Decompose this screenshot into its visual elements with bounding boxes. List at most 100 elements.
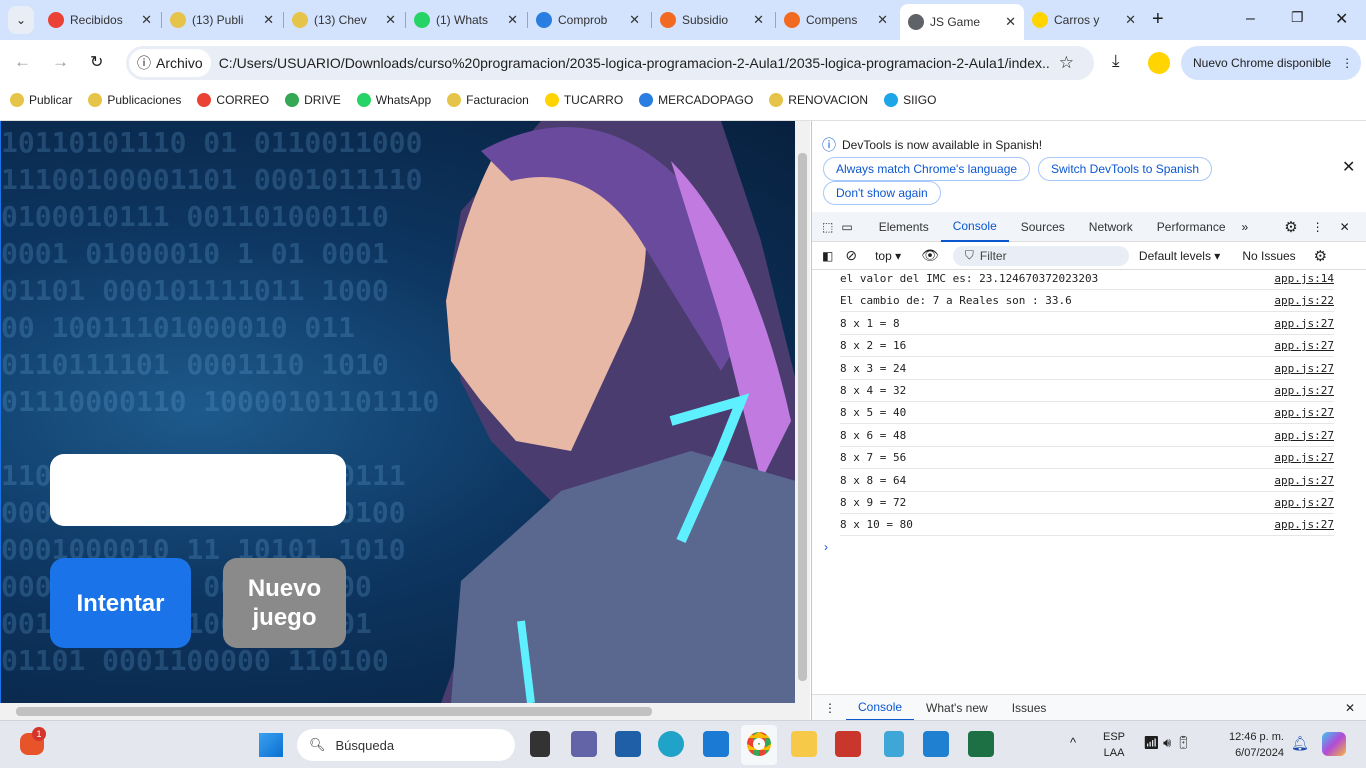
device-toolbar-icon[interactable]: ▭ bbox=[841, 220, 852, 234]
download-icon[interactable]: ⤓ bbox=[1112, 51, 1120, 71]
bookmark[interactable]: TUCARRO bbox=[544, 93, 623, 107]
tab[interactable]: (13) Chev ✕ bbox=[284, 6, 404, 34]
source-link[interactable]: app.js:14 bbox=[1274, 272, 1334, 285]
bookmark[interactable]: CORREO bbox=[197, 93, 269, 107]
chrome-taskbar-button[interactable] bbox=[741, 725, 777, 765]
drawer-tab[interactable]: Issues bbox=[1000, 695, 1059, 721]
tab[interactable]: Recibidos ✕ bbox=[40, 6, 160, 34]
source-link[interactable]: app.js:27 bbox=[1274, 317, 1334, 330]
close-tab-icon[interactable]: ✕ bbox=[1005, 14, 1016, 30]
try-button[interactable]: Intentar bbox=[50, 558, 191, 648]
wifi-volume-battery-icons[interactable]: 📶︎ 🔊︎ 🔋︎ bbox=[1143, 735, 1191, 751]
tab[interactable]: (13) Publi ✕ bbox=[162, 6, 282, 34]
log-levels-select[interactable]: Default levels ▾ bbox=[1139, 249, 1220, 263]
source-link[interactable]: app.js:27 bbox=[1274, 474, 1334, 487]
bookmark[interactable]: MERCADOPAGO bbox=[639, 93, 753, 107]
live-expression-icon[interactable]: 👁 bbox=[921, 247, 939, 264]
close-tab-icon[interactable]: ✕ bbox=[507, 12, 518, 28]
tab-search-button[interactable]: ⌄ bbox=[8, 6, 34, 34]
reload-button[interactable]: ↻ bbox=[90, 52, 103, 72]
bookmark[interactable]: SIIGO bbox=[884, 93, 936, 107]
clear-console-icon[interactable]: ⊘ bbox=[845, 247, 857, 264]
issues-button[interactable]: No Issues bbox=[1242, 249, 1295, 263]
drawer-tab[interactable]: Console bbox=[846, 695, 915, 721]
guess-input[interactable] bbox=[50, 454, 346, 526]
source-link[interactable]: app.js:27 bbox=[1274, 406, 1334, 419]
notepad-icon[interactable] bbox=[884, 731, 904, 757]
file-explorer-icon[interactable] bbox=[791, 731, 817, 757]
restore-button[interactable]: ❐ bbox=[1291, 9, 1304, 26]
bookmark[interactable]: WhatsApp bbox=[356, 93, 431, 107]
console-prompt[interactable]: › bbox=[824, 540, 828, 554]
close-tab-icon[interactable]: ✕ bbox=[629, 12, 640, 28]
new-tab-button[interactable]: + bbox=[1152, 8, 1164, 31]
close-drawer-icon[interactable]: ✕ bbox=[1345, 701, 1355, 715]
store-icon[interactable] bbox=[615, 731, 641, 757]
teams-icon[interactable] bbox=[571, 731, 597, 757]
close-tab-icon[interactable]: ✕ bbox=[753, 12, 764, 28]
match-language-button[interactable]: Always match Chrome's language bbox=[823, 157, 1031, 181]
close-banner-button[interactable]: ✕ bbox=[1342, 157, 1355, 177]
close-tab-icon[interactable]: ✕ bbox=[141, 12, 152, 28]
search-box[interactable]: 🔍︎ Búsqueda bbox=[297, 729, 515, 761]
profile-avatar[interactable] bbox=[1148, 52, 1170, 74]
source-link[interactable]: app.js:22 bbox=[1274, 294, 1334, 307]
source-link[interactable]: app.js:27 bbox=[1274, 384, 1334, 397]
context-select[interactable]: top ▾ bbox=[875, 249, 901, 263]
source-link[interactable]: app.js:27 bbox=[1274, 518, 1334, 531]
tab[interactable]: Comprob ✕ bbox=[528, 6, 648, 34]
bookmark[interactable]: DRIVE bbox=[285, 93, 341, 107]
source-link[interactable]: app.js:27 bbox=[1274, 451, 1334, 464]
settings-icon[interactable]: ⚙ bbox=[1284, 218, 1297, 236]
switch-spanish-button[interactable]: Switch DevTools to Spanish bbox=[1038, 157, 1213, 181]
source-link[interactable]: app.js:27 bbox=[1274, 496, 1334, 509]
edge-icon[interactable] bbox=[658, 731, 684, 757]
source-link[interactable]: app.js:27 bbox=[1274, 339, 1334, 352]
devtools-tab-sources[interactable]: Sources bbox=[1009, 212, 1077, 242]
close-tab-icon[interactable]: ✕ bbox=[1125, 12, 1136, 28]
address-bar[interactable]: ⓘ Archivo C:/Users/USUARIO/Downloads/curs… bbox=[126, 46, 1094, 80]
task-view-icon[interactable] bbox=[530, 731, 550, 757]
source-link[interactable]: app.js:27 bbox=[1274, 362, 1334, 375]
tab[interactable]: Compens ✕ bbox=[776, 6, 896, 34]
close-tab-icon[interactable]: ✕ bbox=[385, 12, 396, 28]
close-tab-icon[interactable]: ✕ bbox=[877, 12, 888, 28]
excel-icon[interactable] bbox=[968, 731, 994, 757]
horizontal-scrollbar[interactable] bbox=[0, 703, 810, 720]
devtools-tab-elements[interactable]: Elements bbox=[867, 212, 941, 242]
more-options-icon[interactable]: ⋮ bbox=[1312, 220, 1324, 234]
sidebar-toggle-icon[interactable]: ◧ bbox=[822, 249, 833, 263]
forward-button[interactable]: → bbox=[52, 52, 69, 72]
bookmark[interactable]: RENOVACION bbox=[769, 93, 868, 107]
console-settings-icon[interactable]: ⚙ bbox=[1314, 247, 1327, 265]
clock[interactable]: 12:46 p. m. 6/07/2024 bbox=[1220, 729, 1284, 761]
tab[interactable]: JS Game ✕ bbox=[900, 4, 1024, 40]
update-chrome-button[interactable]: Nuevo Chrome disponible ⋮ bbox=[1181, 46, 1361, 80]
copilot-icon[interactable] bbox=[1322, 732, 1346, 756]
bookmark[interactable]: Publicaciones bbox=[88, 93, 181, 107]
notifications-bell-icon[interactable]: 🔔︎ bbox=[1291, 735, 1309, 752]
source-link[interactable]: app.js:27 bbox=[1274, 429, 1334, 442]
start-button[interactable] bbox=[259, 733, 283, 757]
close-devtools-icon[interactable]: ✕ bbox=[1340, 220, 1350, 234]
close-window-button[interactable]: ✕ bbox=[1335, 9, 1348, 29]
bookmark[interactable]: Facturacion bbox=[447, 93, 529, 107]
bookmark[interactable]: Publicar bbox=[10, 93, 72, 107]
close-tab-icon[interactable]: ✕ bbox=[263, 12, 274, 28]
drawer-tab[interactable]: What's new bbox=[914, 695, 1000, 721]
tab[interactable]: Subsidio ✕ bbox=[652, 6, 772, 34]
tab[interactable]: (1) Whats ✕ bbox=[406, 6, 526, 34]
vscode-icon[interactable] bbox=[923, 731, 949, 757]
mail-icon[interactable] bbox=[703, 731, 729, 757]
dont-show-again-button[interactable]: Don't show again bbox=[823, 181, 941, 205]
more-tabs-icon[interactable]: » bbox=[1242, 220, 1249, 234]
site-info-chip[interactable]: ⓘ Archivo bbox=[129, 49, 211, 77]
star-icon[interactable]: ☆ bbox=[1059, 53, 1074, 73]
back-button[interactable]: ← bbox=[14, 52, 31, 72]
vertical-scrollbar[interactable] bbox=[795, 121, 810, 703]
devtools-tab-performance[interactable]: Performance bbox=[1145, 212, 1238, 242]
app-icon[interactable] bbox=[835, 731, 861, 757]
minimize-button[interactable]: – bbox=[1246, 10, 1255, 28]
filter-input[interactable]: ⛉ Filter bbox=[952, 245, 1129, 266]
show-hidden-icons[interactable]: ^ bbox=[1070, 735, 1076, 750]
